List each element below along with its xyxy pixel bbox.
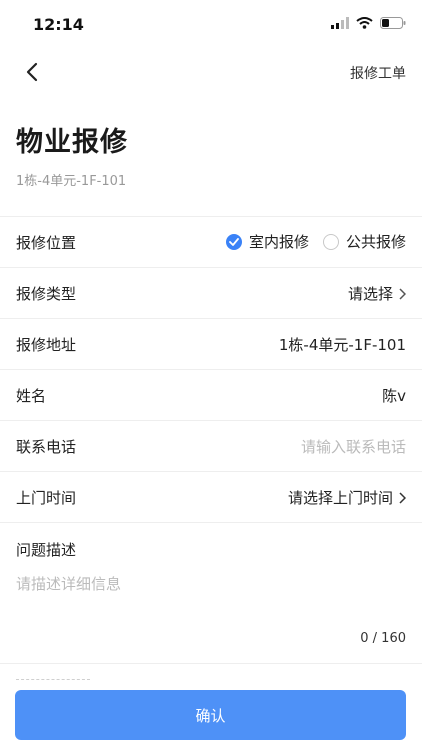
description-textarea[interactable]: 请描述详细信息 bbox=[16, 573, 121, 594]
name-label: 姓名 bbox=[16, 387, 47, 405]
status-bar: 12:14 bbox=[0, 0, 422, 50]
chevron-right-icon bbox=[399, 287, 406, 300]
char-counter: 0 / 160 bbox=[360, 631, 406, 646]
description-label: 问题描述 bbox=[16, 541, 77, 559]
radio-unchecked-icon bbox=[322, 233, 339, 250]
confirm-button[interactable]: 确认 bbox=[15, 690, 406, 740]
description-field[interactable]: 问题描述 请描述详细信息 0 / 160 bbox=[0, 523, 422, 663]
repair-type-select[interactable]: 请选择 bbox=[348, 283, 406, 304]
status-icons bbox=[331, 17, 406, 29]
wifi-icon bbox=[356, 17, 373, 29]
phone-row: 联系电话 请输入联系电话 bbox=[0, 421, 422, 471]
address-row: 报修地址 1栋-4单元-1F-101 bbox=[0, 319, 422, 369]
status-time: 12:14 bbox=[33, 15, 84, 34]
repair-type-row[interactable]: 报修类型 请选择 bbox=[0, 268, 422, 318]
name-row: 姓名 陈v bbox=[0, 370, 422, 420]
chevron-right-icon bbox=[399, 491, 406, 504]
nav-bar: 报修工单 bbox=[0, 52, 422, 92]
radio-checked-icon bbox=[225, 233, 242, 250]
name-value[interactable]: 陈v bbox=[382, 385, 406, 406]
radio-indoor-label: 室内报修 bbox=[248, 233, 309, 251]
address-label: 报修地址 bbox=[16, 336, 77, 354]
visit-time-label: 上门时间 bbox=[16, 489, 77, 507]
address-value: 1栋-4单元-1F-101 bbox=[278, 336, 406, 354]
page-subtitle: 1栋-4单元-1F-101 bbox=[16, 174, 127, 189]
visit-time-row[interactable]: 上门时间 请选择上门时间 bbox=[0, 472, 422, 522]
back-button[interactable] bbox=[18, 58, 46, 86]
divider bbox=[0, 663, 422, 664]
location-row: 报修位置 室内报修 公共报修 bbox=[0, 217, 422, 267]
location-radio-group: 室内报修 公共报修 bbox=[225, 231, 406, 252]
work-orders-link[interactable]: 报修工单 bbox=[350, 63, 406, 83]
phone-label: 联系电话 bbox=[16, 438, 77, 456]
page-title: 物业报修 bbox=[16, 127, 128, 158]
visit-time-value: 请选择上门时间 bbox=[287, 489, 393, 507]
chevron-left-icon bbox=[26, 62, 38, 82]
battery-icon bbox=[380, 17, 406, 29]
radio-public-label: 公共报修 bbox=[345, 233, 406, 251]
radio-indoor[interactable]: 室内报修 bbox=[225, 231, 309, 252]
phone-input[interactable]: 请输入联系电话 bbox=[301, 436, 406, 457]
repair-type-label: 报修类型 bbox=[16, 285, 77, 303]
signal-icon bbox=[331, 17, 349, 29]
visit-time-select[interactable]: 请选择上门时间 bbox=[288, 487, 406, 508]
upload-area-border bbox=[16, 679, 90, 680]
repair-type-value: 请选择 bbox=[347, 285, 393, 303]
radio-public[interactable]: 公共报修 bbox=[322, 231, 406, 252]
location-label: 报修位置 bbox=[16, 234, 77, 252]
